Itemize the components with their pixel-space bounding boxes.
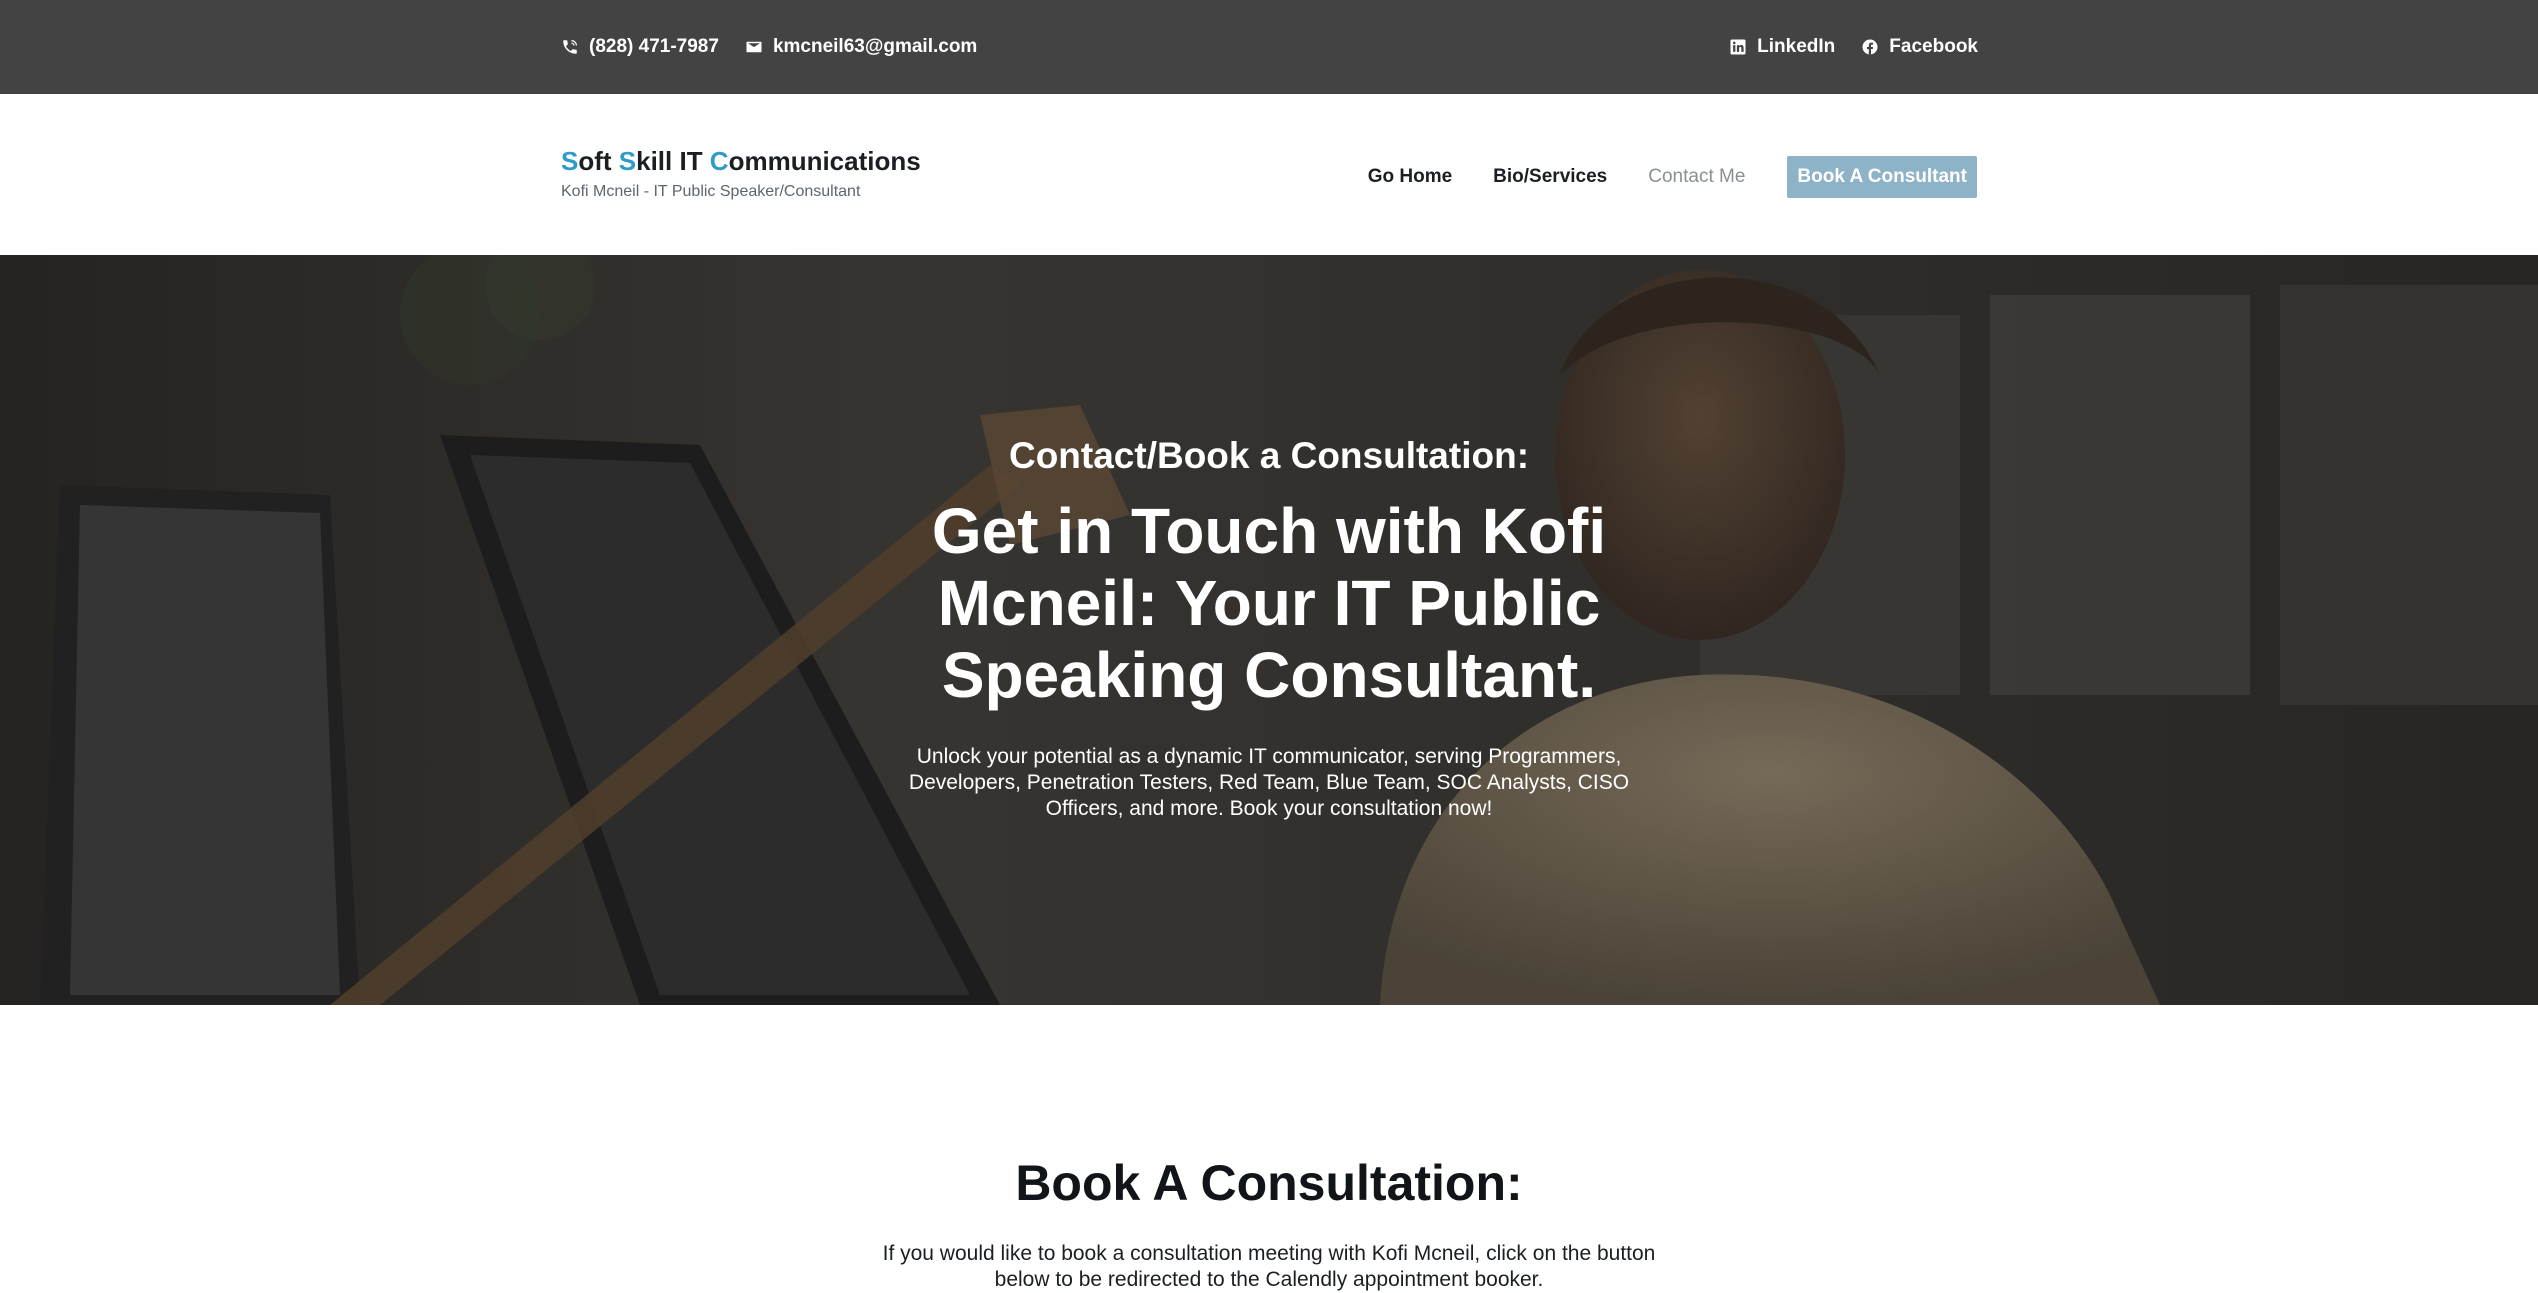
phone-number: (828) 471-7987: [589, 36, 719, 57]
main-nav: Go Home Bio/Services Contact Me Book A C…: [1368, 156, 1977, 198]
linkedin-link[interactable]: LinkedIn: [1729, 36, 1835, 58]
hero-content: Contact/Book a Consultation: Get in Touc…: [0, 255, 2538, 1005]
hero-description: Unlock your potential as a dynamic IT co…: [908, 745, 1630, 820]
site-header: Soft Skill IT Communications Kofi Mcneil…: [0, 94, 2538, 255]
linkedin-label: LinkedIn: [1757, 36, 1836, 57]
consultation-section: Book A Consultation: If you would like t…: [0, 1005, 2538, 1291]
consultation-description: If you would like to book a consultation…: [882, 1242, 1656, 1291]
linkedin-icon: [1729, 38, 1747, 56]
site-title[interactable]: Soft Skill IT Communications: [561, 146, 921, 177]
hero-title: Get in Touch with Kofi Mcneil: Your IT P…: [931, 495, 1607, 711]
consultation-title: Book A Consultation:: [1015, 1155, 1523, 1211]
contact-info-group: (828) 471-7987 kmcneil63@gmail.com: [561, 36, 977, 58]
phone-link[interactable]: (828) 471-7987: [561, 36, 719, 58]
book-consultant-button[interactable]: Book A Consultant: [1787, 156, 1977, 198]
hero-section: Contact/Book a Consultation: Get in Touc…: [0, 255, 2538, 1005]
social-links-group: LinkedIn Facebook: [1729, 36, 1978, 58]
facebook-icon: [1861, 38, 1879, 56]
phone-icon: [561, 38, 579, 56]
facebook-link[interactable]: Facebook: [1861, 36, 1978, 58]
brand[interactable]: Soft Skill IT Communications Kofi Mcneil…: [561, 146, 921, 201]
top-contact-bar: (828) 471-7987 kmcneil63@gmail.com Linke…: [0, 0, 2538, 94]
nav-item-go-home[interactable]: Go Home: [1368, 166, 1452, 188]
nav-item-contact-me[interactable]: Contact Me: [1648, 166, 1745, 188]
email-link[interactable]: kmcneil63@gmail.com: [745, 36, 977, 58]
site-tagline: Kofi Mcneil - IT Public Speaker/Consulta…: [561, 183, 861, 200]
mail-icon: [745, 38, 763, 56]
email-address: kmcneil63@gmail.com: [772, 36, 978, 57]
hero-kicker: Contact/Book a Consultation:: [1008, 435, 1530, 476]
nav-item-bio-services[interactable]: Bio/Services: [1493, 166, 1607, 188]
facebook-label: Facebook: [1889, 36, 1978, 57]
